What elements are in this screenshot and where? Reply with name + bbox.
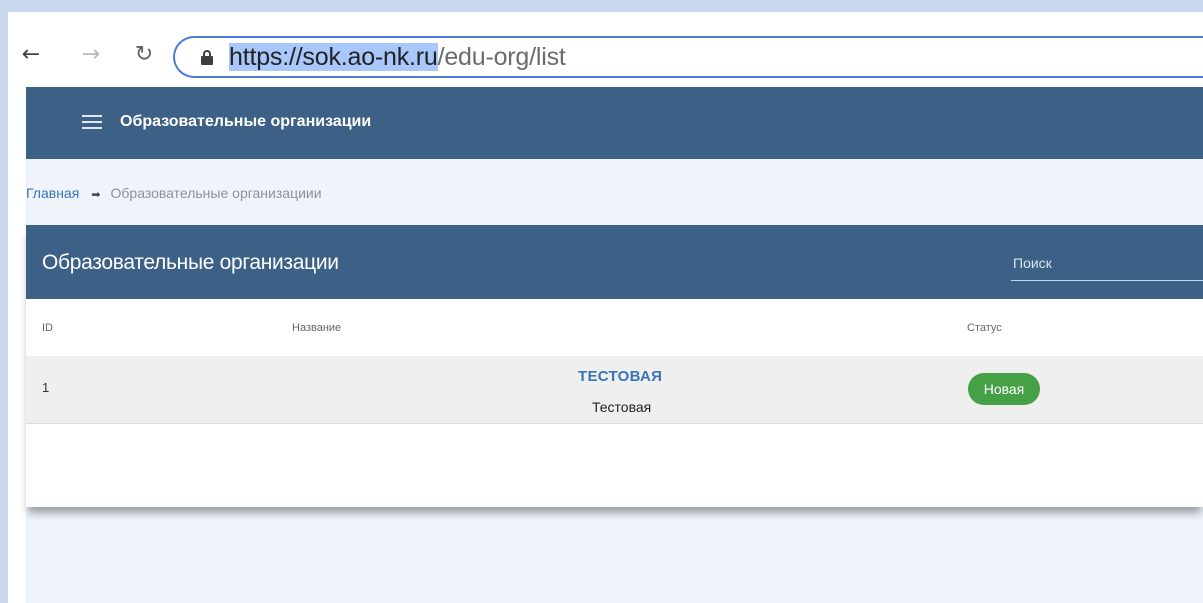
breadcrumb-current: Образовательные организациии (110, 185, 322, 201)
cell-id: 1 (42, 380, 50, 395)
topbar-title: Образовательные организации (120, 113, 372, 130)
url-text[interactable]: https://sok.ao-nk.ru/edu-org/list (229, 43, 566, 72)
table-header: ID Название Статус (26, 299, 1203, 356)
address-bar[interactable]: https://sok.ao-nk.ru/edu-org/list (173, 36, 1203, 78)
forward-arrow-icon[interactable]: → (78, 42, 104, 68)
card-header: Образовательные организации (26, 225, 1203, 299)
breadcrumb-home-link[interactable]: Главная (26, 185, 79, 201)
hamburger-menu-icon[interactable] (82, 115, 102, 129)
search-input[interactable] (1011, 245, 1203, 281)
back-arrow-icon[interactable]: ← (18, 42, 44, 68)
app-topbar: Образовательные организации (26, 87, 1203, 159)
table-row[interactable]: 1 ТЕСТОВАЯ Тестовая Новая (26, 356, 1203, 424)
browser-window: ← → ↻ https://sok.ao-nk.ru/edu-org/list … (8, 12, 1203, 603)
column-header-name[interactable]: Название (292, 322, 341, 334)
status-badge: Новая (968, 373, 1040, 405)
breadcrumb: Главная ➡ Образовательные организациии (26, 185, 322, 201)
organizations-card: Образовательные организации ID Название … (26, 225, 1203, 507)
organization-short-name: Тестовая (592, 399, 652, 415)
app-page: Образовательные организации Главная ➡ Обра… (26, 87, 1203, 603)
reload-icon[interactable]: ↻ (131, 42, 157, 68)
card-title: Образовательные организации (42, 251, 339, 274)
browser-toolbar: ← → ↻ https://sok.ao-nk.ru/edu-org/list (8, 12, 1203, 82)
column-header-id[interactable]: ID (42, 322, 53, 334)
column-header-status[interactable]: Статус (967, 322, 1002, 334)
url-path: /edu-org/list (437, 43, 566, 71)
breadcrumb-arrow-icon: ➡ (91, 188, 101, 201)
organization-name-link[interactable]: ТЕСТОВАЯ (578, 368, 662, 385)
lock-icon[interactable] (201, 50, 213, 65)
url-host: https://sok.ao-nk.ru (229, 43, 438, 71)
